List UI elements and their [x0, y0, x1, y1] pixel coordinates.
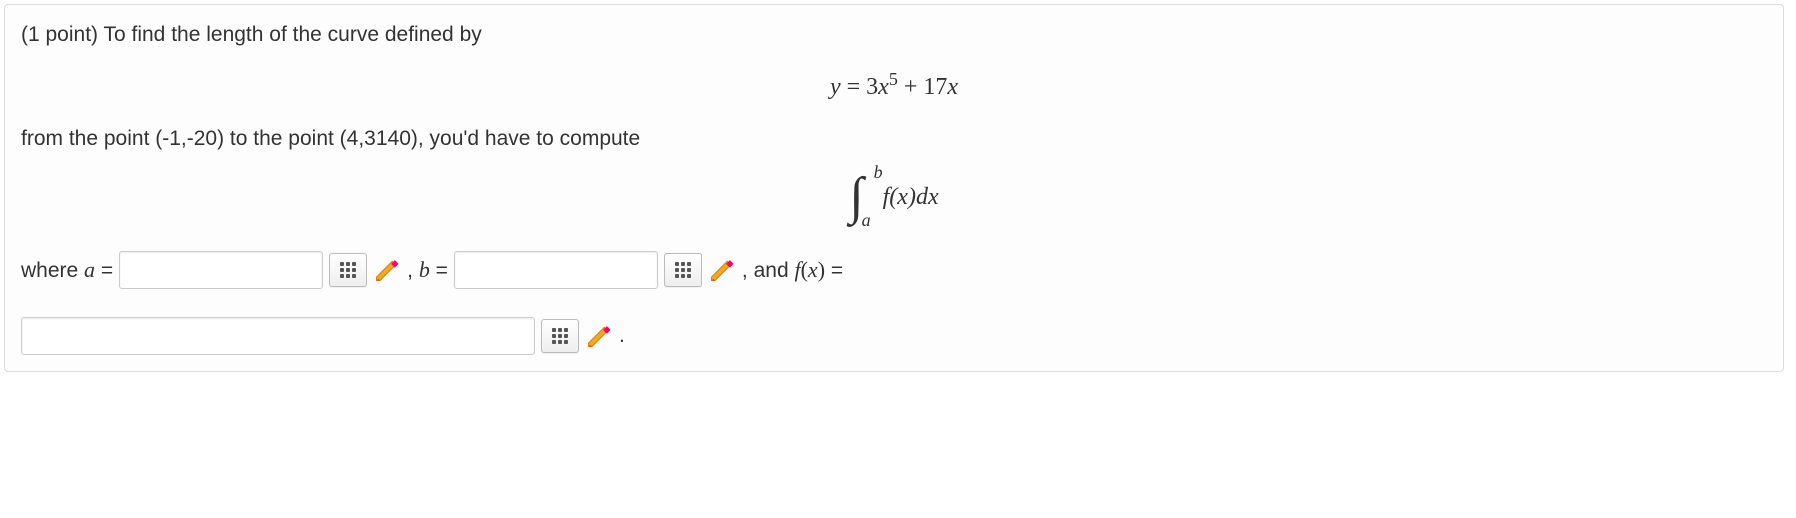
pencil-icon — [708, 256, 736, 284]
keypad-button-a[interactable] — [329, 253, 367, 287]
keypad-button-b[interactable] — [664, 253, 702, 287]
curve-equation: y = 3x5 + 17x — [21, 69, 1767, 101]
answer-row: where a = , b = , and f(x) = — [21, 251, 1767, 355]
lead-text: (1 point) To find the length of the curv… — [21, 23, 1767, 47]
keypad-icon — [675, 262, 691, 278]
keypad-button-fx[interactable] — [541, 319, 579, 353]
integral-upper-limit: b — [874, 163, 883, 183]
b-input[interactable] — [454, 251, 658, 289]
a-input[interactable] — [119, 251, 323, 289]
problem-panel: (1 point) To find the length of the curv… — [4, 4, 1784, 372]
from-to-text: from the point (-1,-20) to the point (4,… — [21, 127, 1767, 151]
pencil-icon — [373, 256, 401, 284]
integral-lower-limit: a — [862, 211, 871, 231]
integral-expression: ∫ b a f(x)dx — [21, 171, 1767, 223]
keypad-icon — [552, 328, 568, 344]
fx-input[interactable] — [21, 317, 535, 355]
pencil-icon — [585, 322, 613, 350]
integrand: f(x)dx — [883, 184, 939, 211]
keypad-icon — [340, 262, 356, 278]
